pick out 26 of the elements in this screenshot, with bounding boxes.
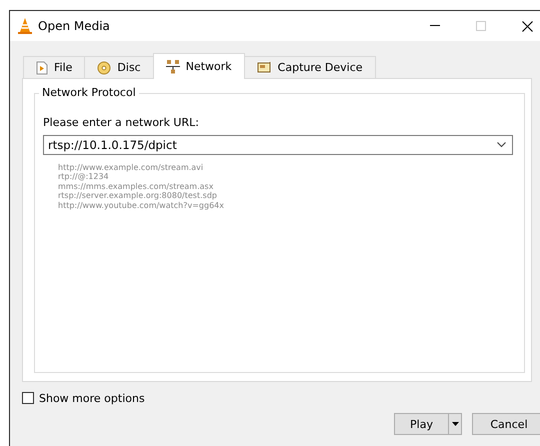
play-split-button[interactable]: Play xyxy=(394,413,462,435)
chevron-down-icon xyxy=(497,142,506,148)
tab[interactable]: Network xyxy=(152,53,245,79)
tab[interactable]: Capture Device xyxy=(244,56,376,78)
group-title: Network Protocol xyxy=(39,86,139,99)
tab[interactable]: File xyxy=(23,56,86,78)
example-url: http://www.youtube.com/watch?v=gg64x xyxy=(58,200,225,210)
caret-icon xyxy=(452,422,458,426)
example-url: rtsp://server.example.org:8080/test.sdp xyxy=(58,191,218,201)
close-icon xyxy=(522,20,532,32)
maximize-icon xyxy=(476,21,486,31)
capture-card-icon xyxy=(256,61,272,74)
checkbox-label[interactable]: Show more options xyxy=(39,392,145,404)
file-icon xyxy=(36,60,48,74)
example-url: mms://mms.examples.com/stream.asx xyxy=(58,182,214,192)
disc-icon xyxy=(97,60,112,74)
window-title: Open Media xyxy=(38,19,110,33)
checkbox[interactable] xyxy=(22,392,34,404)
network-icon xyxy=(166,60,180,74)
url-combo-box[interactable]: rtsp://10.1.0.175/dpict xyxy=(43,135,513,155)
traffic-cone-icon xyxy=(18,18,32,34)
example-url: rtp://@:1234 xyxy=(58,172,110,182)
minimize-icon xyxy=(430,25,440,27)
cancel-button[interactable]: Cancel xyxy=(472,413,540,435)
example-url: http://www.example.com/stream.avi xyxy=(58,163,204,172)
field-label: Please enter a network URL: xyxy=(43,116,200,129)
